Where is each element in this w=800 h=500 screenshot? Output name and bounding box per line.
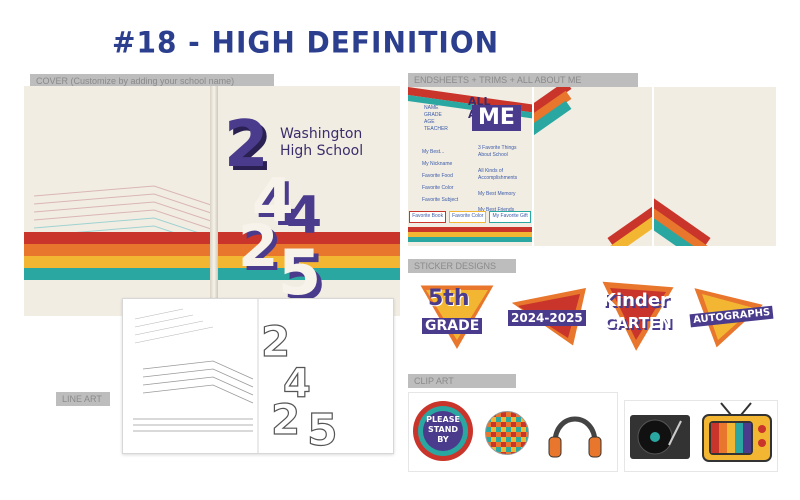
- sticker-kindergarten: Kinder GARTEN: [596, 276, 680, 356]
- about-field: My Nickname: [422, 161, 453, 167]
- lineart-caption-wrap: LINE ART: [56, 392, 110, 406]
- about-side-labels: NAME GRADE AGE TEACHER: [424, 105, 448, 133]
- lineart-sheet: 2 4 2 5: [122, 298, 394, 454]
- clipart-panel-1: PLEASE STAND BY: [408, 392, 618, 472]
- badge-line: BY: [437, 435, 449, 444]
- lineart-digit-4: 5: [306, 404, 338, 454]
- lineart-sketch: [133, 299, 259, 453]
- stickers-panel: 5th GRADE 2024-2025 Kinder GARTEN AUTOGR…: [408, 272, 776, 362]
- interior-caption: ENDSHEETS + TRIMS + ALL ABOUT ME: [408, 73, 638, 87]
- badge-text: PLEASE STAND BY: [419, 415, 467, 445]
- about-field: Favorite Subject: [422, 197, 459, 203]
- please-stand-by-badge: PLEASE STAND BY: [413, 401, 473, 461]
- tv-icon: [702, 402, 772, 462]
- cover-digit-4: 2: [238, 212, 279, 280]
- about-fields-right: 3 Favorite Things About School All Kinds…: [478, 145, 528, 214]
- sticker-autographs: AUTOGRAPHS: [686, 280, 774, 354]
- about-field: Favorite Food: [422, 173, 453, 179]
- sticker-text-sub: GRADE: [422, 318, 483, 334]
- about-side-label: GRADE: [424, 112, 442, 118]
- about-side-label: NAME: [424, 105, 439, 111]
- about-side-label: AGE: [424, 119, 435, 125]
- about-tabs: Favorite Book Favorite Color My Favorite…: [408, 211, 532, 223]
- lineart-digit-1: 2: [260, 316, 291, 366]
- cover-spread: Washington High School 2 4 4 2 5: [24, 86, 400, 316]
- about-me-page: NAME GRADE AGE TEACHER ALL ABOUT ME My B…: [408, 87, 532, 246]
- about-stripe-bottom-teal: [408, 237, 532, 242]
- clipart-panel-2: [624, 400, 778, 472]
- sticker-5th-grade: 5th GRADE: [414, 278, 500, 354]
- sticker-text-sub: GARTEN: [604, 314, 672, 332]
- about-field: All Kinds of Accomplishments: [478, 168, 518, 181]
- sticker-text-main: Kinder: [602, 290, 669, 311]
- endsheet-page-1: [534, 87, 652, 246]
- sticker-text-main: 2024-2025: [508, 310, 586, 326]
- sticker-2024-2025: 2024-2025: [504, 282, 592, 352]
- badge-line: STAND: [427, 425, 459, 434]
- about-title-2: ME: [472, 105, 521, 131]
- about-field: My Best Memory: [478, 191, 516, 197]
- about-side-label: TEACHER: [424, 126, 448, 132]
- endsheet-page-2: [654, 87, 776, 246]
- lineart-caption: LINE ART: [56, 392, 110, 406]
- stickers-caption: STICKER DESIGNS: [408, 259, 516, 273]
- about-field: 3 Favorite Things About School: [478, 145, 517, 158]
- sticker-text-main: 5th: [428, 286, 470, 311]
- school-name-line1: Washington: [280, 126, 363, 142]
- lineart-digit-3: 2: [270, 394, 301, 444]
- turntable-icon: [630, 415, 690, 459]
- about-fields-left: My Best... My Nickname Favorite Food Fav…: [422, 149, 472, 204]
- about-field: Favorite Color: [422, 185, 454, 191]
- headphones-icon: [548, 416, 602, 458]
- about-tab: My Favorite Gift: [489, 211, 531, 223]
- book-spine: [210, 86, 218, 316]
- about-tab: Favorite Book: [409, 211, 447, 223]
- badge-line: PLEASE: [426, 415, 460, 424]
- disco-ball-icon: [485, 411, 529, 455]
- clipart-caption: CLIP ART: [408, 374, 516, 388]
- page-title: #18 - HIGH DEFINITION: [112, 25, 500, 60]
- school-name: Washington High School: [280, 126, 363, 160]
- about-tab: Favorite Color: [449, 211, 487, 223]
- about-field: My Best...: [422, 149, 445, 155]
- school-name-line2: High School: [280, 143, 364, 159]
